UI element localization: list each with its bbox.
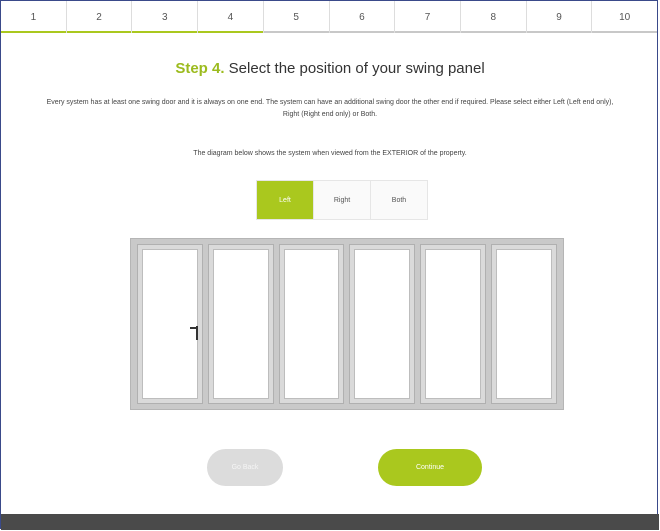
step-label: 10 xyxy=(619,11,631,23)
door-panel-1 xyxy=(137,244,203,404)
swing-position-selector: Left Right Both xyxy=(256,180,428,220)
step-1[interactable]: 1 xyxy=(1,1,67,33)
step-9[interactable]: 9 xyxy=(526,1,593,33)
footer-bar xyxy=(1,514,659,530)
door-panel-6 xyxy=(491,244,557,404)
exterior-view-note: The diagram below shows the system when … xyxy=(193,150,467,157)
option-both-button[interactable]: Both xyxy=(371,181,427,219)
glass-pane xyxy=(142,249,198,399)
step-label: 7 xyxy=(424,11,431,23)
step-label: 2 xyxy=(96,11,102,23)
step-8[interactable]: 8 xyxy=(460,1,527,33)
step-label: 3 xyxy=(161,11,168,23)
door-panel-4 xyxy=(349,244,416,404)
step-label: 5 xyxy=(293,11,299,23)
go-back-button[interactable]: Go Back xyxy=(207,449,283,486)
step-7[interactable]: 7 xyxy=(395,1,461,33)
step-2[interactable]: 2 xyxy=(66,1,133,33)
door-panel-2 xyxy=(207,244,274,404)
step-label: 8 xyxy=(490,11,497,23)
step-label: 1 xyxy=(30,11,37,23)
step-label: 4 xyxy=(227,11,234,23)
instructions-text: Every system has at least one swing door… xyxy=(46,99,614,118)
door-handle-icon xyxy=(189,326,198,340)
door-panel-5 xyxy=(420,244,487,404)
step-heading-text: Select the position of your swing panel xyxy=(228,60,485,77)
step-progress-bar: 1 2 3 4 5 6 7 8 9 10 xyxy=(1,1,657,33)
step-label: 6 xyxy=(359,11,365,23)
door-system-diagram xyxy=(130,238,564,410)
option-right-button[interactable]: Right xyxy=(314,181,371,219)
step-3[interactable]: 3 xyxy=(132,1,199,33)
glass-pane xyxy=(425,249,482,399)
option-left-button[interactable]: Left xyxy=(257,181,314,219)
glass-pane xyxy=(354,249,411,399)
glass-pane xyxy=(283,249,340,399)
step-5[interactable]: 5 xyxy=(263,1,330,33)
glass-pane xyxy=(212,249,269,399)
step-4[interactable]: 4 xyxy=(198,1,264,33)
step-6[interactable]: 6 xyxy=(329,1,396,33)
glass-pane xyxy=(496,249,552,399)
page-title: Step 4. Select the position of your swin… xyxy=(0,60,660,77)
continue-button[interactable]: Continue xyxy=(378,449,482,486)
door-panel-3 xyxy=(278,244,345,404)
step-number-label: Step 4. xyxy=(175,60,225,77)
step-10[interactable]: 10 xyxy=(592,1,657,33)
step-label: 9 xyxy=(556,11,562,23)
